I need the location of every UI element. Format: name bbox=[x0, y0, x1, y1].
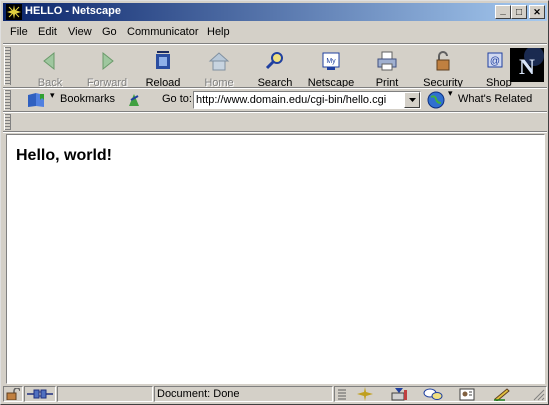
status-bar: Document: Done bbox=[3, 386, 547, 403]
goto-label: Go to: bbox=[162, 93, 192, 105]
separator bbox=[3, 43, 547, 45]
bookmarks-dropdown-icon: ▾ bbox=[50, 90, 55, 100]
url-dropdown-button[interactable] bbox=[404, 92, 420, 108]
chevron-down-icon bbox=[408, 98, 416, 102]
menu-bar: File Edit View Go Communicator Help bbox=[3, 23, 547, 43]
composer-icon[interactable] bbox=[493, 387, 511, 401]
page-content[interactable]: Hello, world! bbox=[6, 134, 545, 384]
svg-text:N: N bbox=[519, 54, 535, 79]
home-button[interactable]: Home bbox=[192, 47, 246, 89]
navigator-icon[interactable] bbox=[357, 387, 373, 401]
window-resize-grip-icon[interactable] bbox=[531, 387, 545, 401]
netscape-button[interactable]: My Netscape bbox=[304, 47, 358, 89]
maximize-button[interactable]: □ bbox=[511, 5, 527, 19]
connection-status-box[interactable] bbox=[24, 386, 56, 402]
address-book-icon[interactable] bbox=[459, 387, 475, 401]
bookmarks-label: Bookmarks bbox=[60, 93, 116, 105]
svg-text:@: @ bbox=[490, 56, 500, 67]
title-bar[interactable]: HELLO - Netscape _ □ ✕ bbox=[3, 3, 547, 21]
close-icon: ✕ bbox=[533, 6, 541, 17]
whats-related-label: What's Related bbox=[458, 93, 533, 105]
component-bar-grip-icon[interactable] bbox=[338, 388, 346, 400]
window-title: HELLO - Netscape bbox=[25, 5, 121, 17]
svg-text:My: My bbox=[326, 58, 336, 65]
back-arrow-icon bbox=[43, 51, 55, 71]
search-icon bbox=[265, 52, 283, 70]
separator bbox=[3, 131, 547, 133]
url-field[interactable] bbox=[193, 91, 421, 109]
globe-icon bbox=[427, 91, 445, 109]
shop-icon: @ bbox=[487, 52, 503, 68]
search-button[interactable]: Search bbox=[248, 47, 302, 89]
my-netscape-icon: My bbox=[322, 52, 340, 70]
print-button[interactable]: Print bbox=[360, 47, 414, 89]
status-message-box: Document: Done bbox=[154, 386, 333, 402]
menu-help[interactable]: Help bbox=[207, 26, 230, 38]
menu-go[interactable]: Go bbox=[102, 26, 117, 38]
reload-icon bbox=[156, 51, 170, 69]
page-proxy-icon[interactable] bbox=[126, 92, 142, 108]
menu-file[interactable]: File bbox=[10, 26, 28, 38]
menu-view[interactable]: View bbox=[68, 26, 92, 38]
toolbar-grip[interactable] bbox=[4, 47, 11, 85]
personal-toolbar-grip[interactable] bbox=[4, 114, 11, 130]
security-button[interactable]: Security bbox=[416, 47, 470, 89]
back-button[interactable]: Back bbox=[23, 47, 77, 89]
discussion-groups-icon[interactable] bbox=[423, 387, 443, 401]
menu-communicator[interactable]: Communicator bbox=[127, 26, 199, 38]
forward-arrow-icon bbox=[102, 51, 114, 71]
netscape-logo-icon: N bbox=[510, 46, 544, 82]
maximize-icon: □ bbox=[515, 6, 523, 18]
location-grip[interactable] bbox=[4, 90, 11, 110]
status-message: Document: Done bbox=[157, 388, 240, 400]
home-icon bbox=[208, 52, 230, 71]
component-bar bbox=[334, 386, 547, 402]
shop-label: Shop bbox=[486, 77, 512, 87]
url-input[interactable] bbox=[194, 92, 404, 108]
related-dropdown-icon: ▾ bbox=[448, 88, 453, 98]
menu-edit[interactable]: Edit bbox=[38, 26, 57, 38]
minimize-icon: _ bbox=[500, 4, 506, 16]
separator bbox=[3, 87, 547, 89]
minimize-button[interactable]: _ bbox=[495, 5, 511, 19]
netscape-logo[interactable]: N bbox=[510, 46, 544, 82]
bookmarks-icon bbox=[28, 93, 44, 107]
unlocked-padlock-icon bbox=[6, 388, 20, 400]
shop-button[interactable]: @ Shop bbox=[472, 47, 512, 87]
security-lock-icon bbox=[436, 51, 450, 71]
security-status-box[interactable] bbox=[3, 386, 23, 402]
mailbox-icon[interactable] bbox=[391, 387, 409, 401]
forward-button[interactable]: Forward bbox=[80, 47, 134, 89]
separator bbox=[3, 111, 547, 113]
progress-box bbox=[57, 386, 153, 402]
page-heading: Hello, world! bbox=[16, 147, 112, 164]
close-button[interactable]: ✕ bbox=[529, 5, 545, 19]
browser-window: HELLO - Netscape _ □ ✕ File Edit View Go… bbox=[0, 0, 549, 405]
print-icon bbox=[377, 51, 397, 71]
reload-button[interactable]: Reload bbox=[136, 47, 190, 89]
connection-plug-icon bbox=[27, 389, 53, 399]
netscape-app-icon bbox=[6, 4, 22, 20]
